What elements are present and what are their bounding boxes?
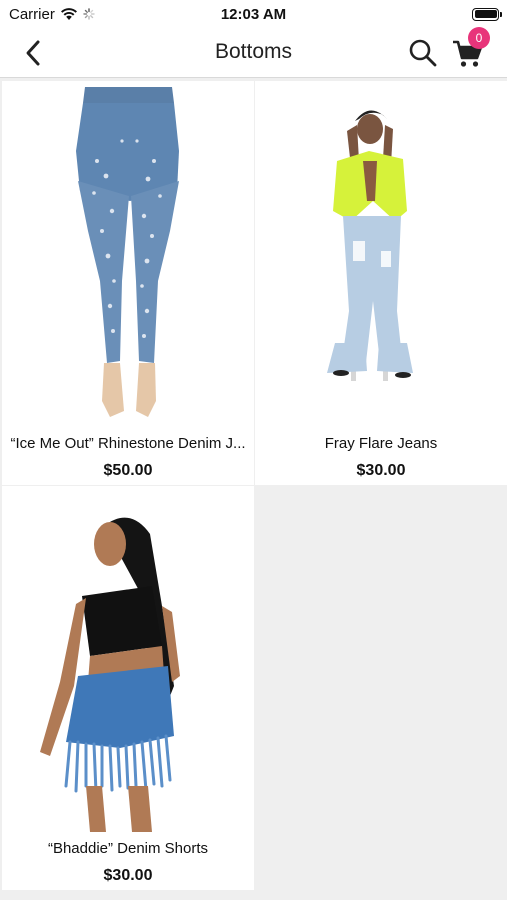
status-left: Carrier xyxy=(9,6,95,23)
wifi-icon xyxy=(60,8,77,20)
battery-icon xyxy=(472,7,502,21)
product-card[interactable]: “Ice Me Out” Rhinestone Denim J... $50.0… xyxy=(2,81,254,485)
product-price: $30.00 xyxy=(103,867,153,884)
status-bar: Carrier 12:03 AM xyxy=(0,0,507,28)
product-price: $30.00 xyxy=(356,462,406,479)
carrier-label: Carrier xyxy=(9,5,55,23)
product-name: “Bhaddie” Denim Shorts xyxy=(47,840,209,857)
product-image xyxy=(76,87,179,417)
activity-spinner-icon xyxy=(83,8,95,20)
product-name: Fray Flare Jeans xyxy=(324,435,438,452)
product-image xyxy=(40,517,180,832)
product-price: $50.00 xyxy=(103,462,153,479)
product-card[interactable]: Fray Flare Jeans $30.00 xyxy=(255,81,507,485)
cart-count-badge[interactable]: 0 xyxy=(468,27,490,49)
product-grid: “Ice Me Out” Rhinestone Denim J... $50.0… xyxy=(0,79,507,900)
product-name: “Ice Me Out” Rhinestone Denim J... xyxy=(10,435,246,452)
product-image xyxy=(327,110,413,381)
nav-bar: Bottoms xyxy=(0,28,507,78)
search-icon[interactable] xyxy=(408,38,438,68)
product-card[interactable]: “Bhaddie” Denim Shorts $30.00 xyxy=(2,486,254,890)
